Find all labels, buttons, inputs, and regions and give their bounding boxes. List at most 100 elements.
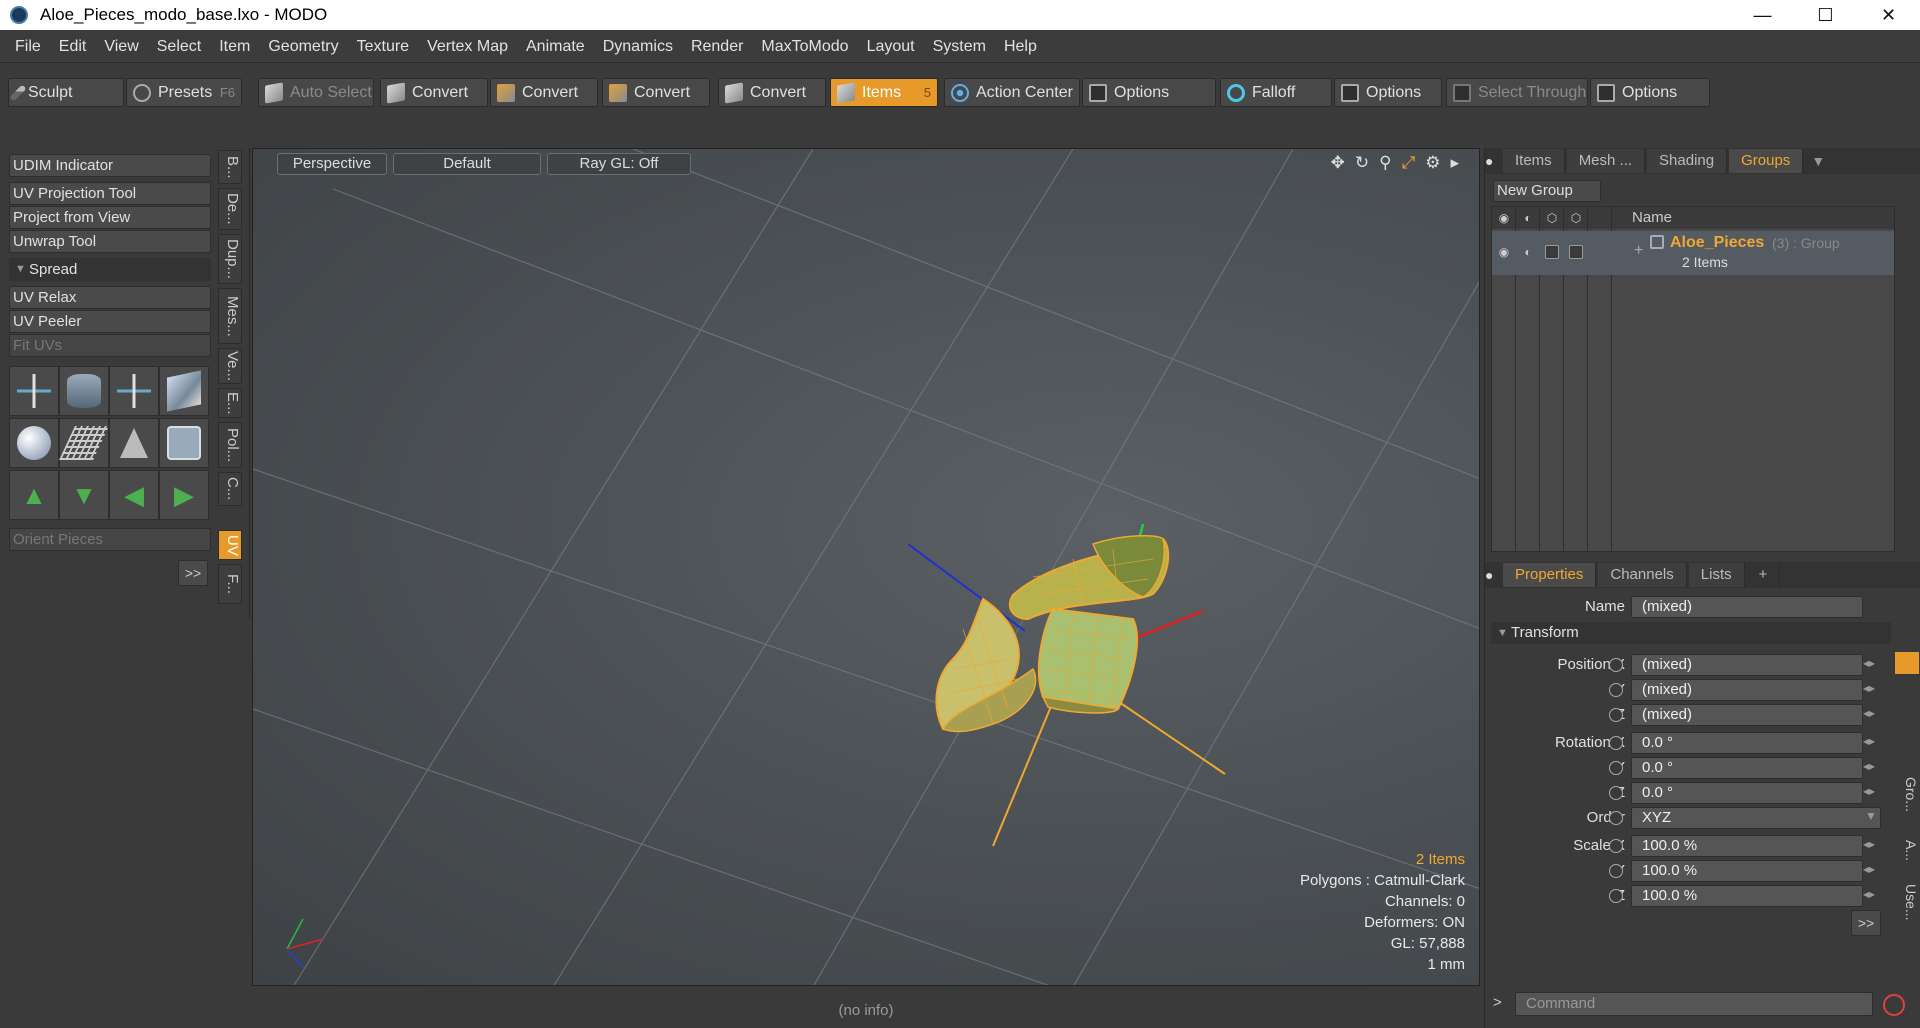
side-tab-user[interactable]: Use... xyxy=(1895,880,1919,924)
viewport-settings-icon[interactable]: ⚙ xyxy=(1425,153,1440,173)
align-left-tool[interactable]: ◀ xyxy=(109,470,159,520)
align-up-tool[interactable]: ▲ xyxy=(9,470,59,520)
row-render-icon[interactable]: ◐ xyxy=(1521,245,1535,259)
auto-select-button[interactable]: Auto Select xyxy=(258,78,374,107)
tab-items[interactable]: Items xyxy=(1503,149,1565,173)
slider-arrows-icon[interactable]: ◂▸ xyxy=(1863,862,1881,880)
uv-relax-button[interactable]: UV Relax xyxy=(9,286,211,309)
minimize-button[interactable]: — xyxy=(1731,0,1794,30)
position-y-field[interactable]: (mixed) xyxy=(1631,679,1863,701)
menu-texture[interactable]: Texture xyxy=(348,30,418,63)
tab-fusion[interactable]: F... xyxy=(218,564,242,604)
uv-stretch-tool[interactable] xyxy=(109,418,159,468)
add-tab-button[interactable]: + xyxy=(1747,563,1781,587)
menu-geometry[interactable]: Geometry xyxy=(259,30,347,63)
position-z-field[interactable]: (mixed) xyxy=(1631,704,1863,726)
select-cube-icon[interactable]: ⬡ xyxy=(1569,211,1583,225)
transform-section[interactable]: ▼ Transform xyxy=(1491,622,1891,644)
keyframe-dot-icon[interactable] xyxy=(1609,761,1623,775)
rotate-view-icon[interactable]: ↻ xyxy=(1355,153,1369,173)
keyframe-dot-icon[interactable] xyxy=(1609,683,1623,697)
select-through-button[interactable]: Select Through xyxy=(1446,78,1588,107)
menu-edit[interactable]: Edit xyxy=(50,30,96,63)
close-button[interactable]: ✕ xyxy=(1857,0,1920,30)
slider-arrows-icon[interactable]: ◂▸ xyxy=(1863,681,1881,699)
tab-mesh-edit[interactable]: Mes... xyxy=(218,288,242,344)
orient-pieces-button[interactable]: Orient Pieces xyxy=(9,528,211,551)
pan-icon[interactable]: ✥ xyxy=(1331,153,1345,173)
side-tab-groups[interactable]: Gro... xyxy=(1895,768,1919,822)
expand-more-button[interactable]: >> xyxy=(178,560,208,586)
keyframe-dot-icon[interactable] xyxy=(1609,658,1623,672)
slider-arrows-icon[interactable]: ◂▸ xyxy=(1863,887,1881,905)
rotation-z-field[interactable]: 0.0 ° xyxy=(1631,782,1863,804)
record-macro-icon[interactable] xyxy=(1883,994,1905,1016)
expand-arrow-icon[interactable]: ▸ xyxy=(1450,153,1459,173)
menu-item[interactable]: Item xyxy=(210,30,259,63)
scale-y-field[interactable]: 100.0 % xyxy=(1631,860,1863,882)
uv-rotate-tool[interactable] xyxy=(59,366,109,416)
render-icon[interactable]: ◐ xyxy=(1521,211,1535,225)
align-right-tool[interactable]: ▶ xyxy=(159,470,209,520)
tab-duplicate[interactable]: Dup... xyxy=(218,234,242,284)
order-dropdown[interactable]: XYZ xyxy=(1631,807,1881,829)
action-center-button[interactable]: Action Center xyxy=(944,78,1080,107)
tab-properties[interactable]: Properties xyxy=(1503,563,1597,587)
scale-x-field[interactable]: 100.0 % xyxy=(1631,835,1863,857)
menu-file[interactable]: File xyxy=(6,30,50,63)
menu-maxtomodo[interactable]: MaxToModo xyxy=(752,30,857,63)
menu-vertex-map[interactable]: Vertex Map xyxy=(418,30,517,63)
menu-render[interactable]: Render xyxy=(682,30,752,63)
position-x-field[interactable]: (mixed) xyxy=(1631,654,1863,676)
tab-deform[interactable]: De... xyxy=(218,188,242,230)
uv-scale-tool[interactable] xyxy=(109,366,159,416)
slider-arrows-icon[interactable]: ◂▸ xyxy=(1863,706,1881,724)
tab-uv[interactable]: UV xyxy=(218,530,242,560)
side-tab-assemblies[interactable]: A... xyxy=(1895,834,1919,868)
side-tab-active-marker[interactable] xyxy=(1895,652,1919,674)
panel-menu-icon[interactable]: ● xyxy=(1485,567,1503,583)
lock-cube-icon[interactable]: ⬡ xyxy=(1545,211,1559,225)
fit-view-icon[interactable]: ⤢ xyxy=(1402,153,1416,173)
maximize-button[interactable]: ☐ xyxy=(1794,0,1857,30)
uv-sphere-tool[interactable] xyxy=(9,418,59,468)
spread-section[interactable]: ▼ Spread xyxy=(9,258,211,281)
uv-cube-tool[interactable] xyxy=(159,418,209,468)
uv-peeler-button[interactable]: UV Peeler xyxy=(9,310,211,333)
tab-basic[interactable]: B... xyxy=(218,150,242,184)
tab-mesh[interactable]: Mesh ... xyxy=(1566,149,1646,173)
unwrap-tool-button[interactable]: Unwrap Tool xyxy=(9,230,211,253)
uv-move-tool[interactable] xyxy=(9,366,59,416)
3d-viewport[interactable]: Perspective Default Ray GL: Off ✥ ↻ ⚲ ⤢ … xyxy=(252,148,1480,986)
name-field[interactable]: (mixed) xyxy=(1631,596,1863,618)
slider-arrows-icon[interactable]: ◂▸ xyxy=(1863,784,1881,802)
shading-style-dropdown[interactable]: Default xyxy=(393,153,541,175)
tab-groups[interactable]: Groups xyxy=(1729,149,1804,173)
keyframe-dot-icon[interactable] xyxy=(1609,811,1623,825)
falloff-button[interactable]: Falloff xyxy=(1220,78,1332,107)
panel-menu-icon[interactable]: ● xyxy=(1485,153,1503,169)
tab-channels[interactable]: Channels xyxy=(1598,563,1687,587)
dropdown-arrow-icon[interactable]: ▼ xyxy=(1865,809,1883,827)
keyframe-dot-icon[interactable] xyxy=(1609,736,1623,750)
menu-dynamics[interactable]: Dynamics xyxy=(594,30,682,63)
scale-z-field[interactable]: 100.0 % xyxy=(1631,885,1863,907)
uv-projection-tool-button[interactable]: UV Projection Tool xyxy=(9,182,211,205)
group-row-aloe-pieces[interactable]: ◉ ◐ + Aloe_Pieces (3) : Group 2 Items xyxy=(1492,231,1894,275)
slider-arrows-icon[interactable]: ◂▸ xyxy=(1863,734,1881,752)
convert-edges-button[interactable]: Convert xyxy=(490,78,598,107)
tab-vertex[interactable]: Ve... xyxy=(218,348,242,384)
keyframe-dot-icon[interactable] xyxy=(1609,708,1623,722)
slider-arrows-icon[interactable]: ◂▸ xyxy=(1863,837,1881,855)
menu-layout[interactable]: Layout xyxy=(858,30,924,63)
new-group-button[interactable]: New Group xyxy=(1493,180,1601,202)
action-center-options-button[interactable]: Options xyxy=(1082,78,1216,107)
presets-button[interactable]: Presets F6 xyxy=(126,78,242,107)
row-lock-checkbox[interactable] xyxy=(1545,245,1559,259)
project-from-view-button[interactable]: Project from View xyxy=(9,206,211,229)
row-select-checkbox[interactable] xyxy=(1569,245,1583,259)
keyframe-dot-icon[interactable] xyxy=(1609,839,1623,853)
falloff-options-button[interactable]: Options xyxy=(1334,78,1442,107)
fit-uvs-button[interactable]: Fit UVs xyxy=(9,334,211,357)
rotation-y-field[interactable]: 0.0 ° xyxy=(1631,757,1863,779)
